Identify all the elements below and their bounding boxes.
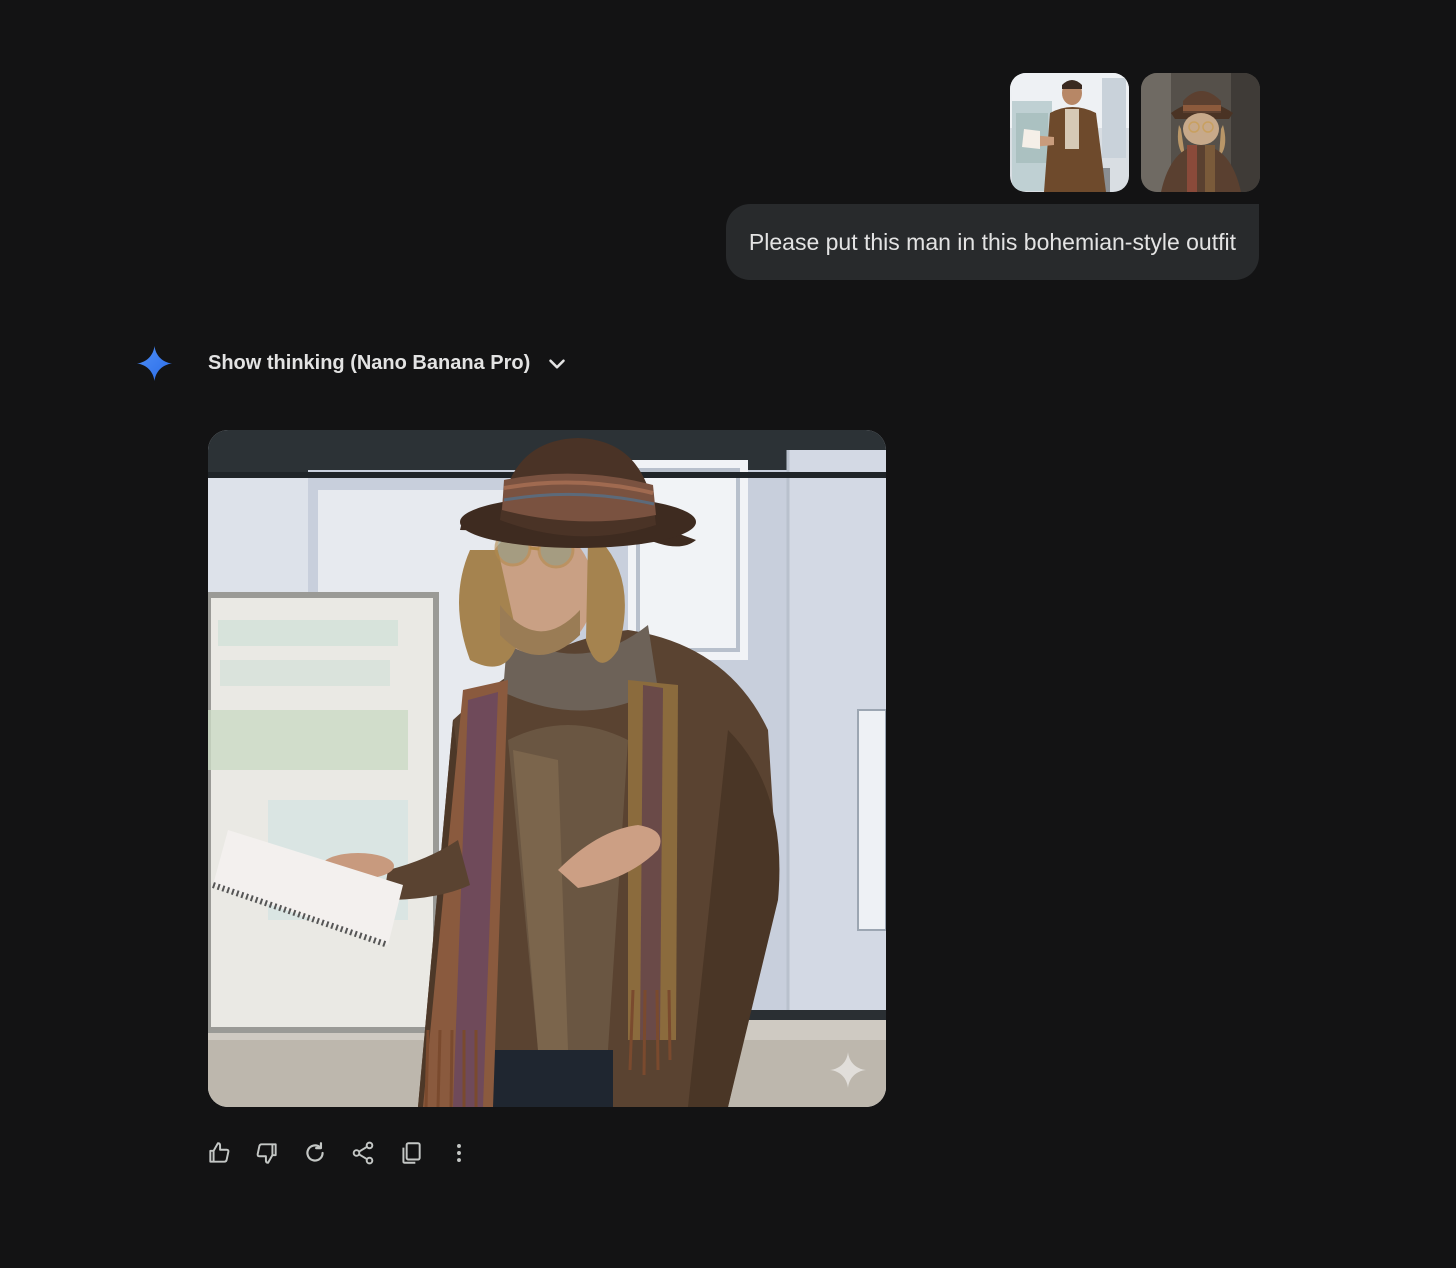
gemini-spark-icon [137,346,172,381]
more-vert-icon [457,1144,461,1162]
thumbs-up-icon [209,1142,230,1163]
show-thinking-label: Show thinking (Nano Banana Pro) [208,352,531,374]
thumbs-up-button[interactable] [204,1135,234,1171]
user-prompt-bubble: Please put this man in this bohemian-sty… [725,204,1259,280]
copy-button[interactable] [396,1135,426,1171]
copy-icon [402,1142,421,1164]
user-prompt-text: Please put this man in this bohemian-sty… [748,228,1236,255]
more-options-button[interactable] [444,1135,474,1171]
user-attachments [1010,73,1260,192]
show-thinking-toggle[interactable]: Show thinking (Nano Banana Pro) [208,346,570,381]
generated-image[interactable] [208,430,886,1107]
share-button[interactable] [348,1135,378,1171]
share-icon [352,1141,374,1165]
attachment-thumbnail-outfit-photo[interactable] [1141,73,1260,192]
thumbs-down-icon [256,1143,277,1164]
response-action-bar [204,1135,474,1171]
refresh-icon [306,1142,324,1162]
regenerate-button[interactable] [300,1135,330,1171]
chat-page: Please put this man in this bohemian-sty… [0,0,1456,1268]
attachment-thumbnail-man-photo[interactable] [1010,73,1129,192]
chevron-down-icon [549,358,566,369]
thumbs-down-button[interactable] [252,1135,282,1171]
